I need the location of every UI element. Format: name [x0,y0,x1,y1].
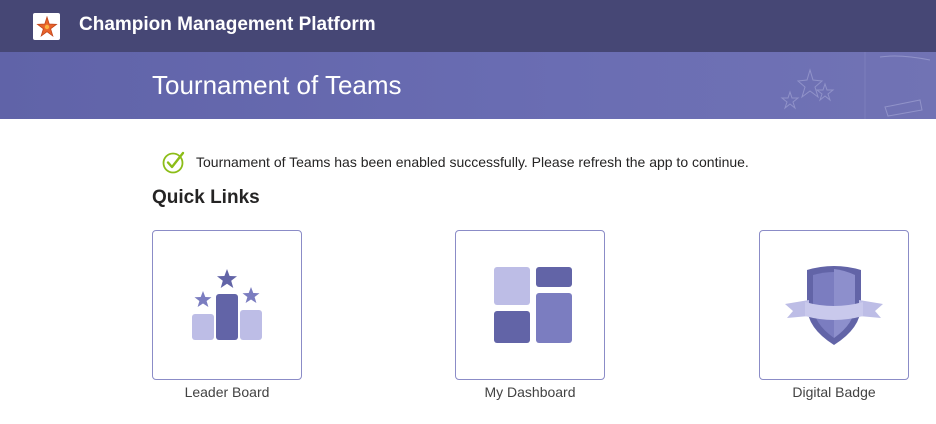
quick-link-digital-badge[interactable]: Digital Badge [759,230,909,402]
shield-badge-icon [785,266,883,345]
section-title: Quick Links [152,187,260,208]
success-message: Tournament of Teams has been enabled suc… [196,154,749,170]
banner-decoration-icon [780,52,931,119]
page-banner: Tournament of Teams [0,52,936,119]
leader-board-tile[interactable] [152,230,302,380]
app-title: Champion Management Platform [79,14,376,35]
check-circle-icon [162,151,185,174]
app-logo [33,13,60,40]
success-notification: Tournament of Teams has been enabled suc… [162,150,749,174]
quick-link-my-dashboard[interactable]: My Dashboard [455,230,605,402]
dashboard-grid-icon [494,267,572,343]
quick-link-label[interactable]: My Dashboard [455,382,605,402]
leaderboard-podium-icon [192,269,262,340]
quick-link-leader-board[interactable]: Leader Board [152,230,302,402]
digital-badge-tile[interactable] [759,230,909,380]
starfish-logo-icon [35,15,58,37]
quick-link-label[interactable]: Digital Badge [759,382,909,402]
app-header: Champion Management Platform [0,0,936,52]
quick-link-label[interactable]: Leader Board [152,382,302,402]
page-title: Tournament of Teams [152,70,402,100]
my-dashboard-tile[interactable] [455,230,605,380]
